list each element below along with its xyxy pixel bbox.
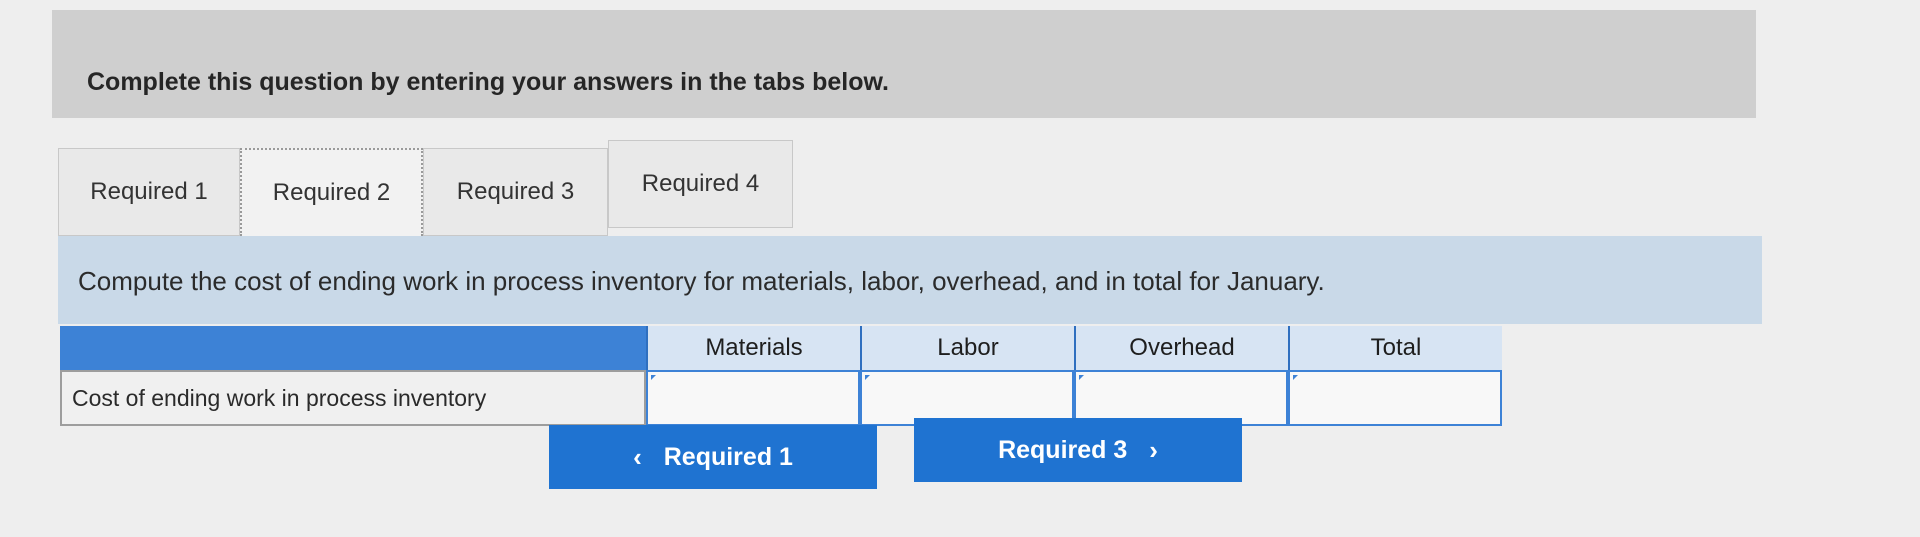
- tab-required-1[interactable]: Required 1: [58, 148, 240, 236]
- tab-required-4[interactable]: Required 4: [608, 140, 793, 228]
- total-input[interactable]: [1288, 370, 1502, 426]
- materials-input[interactable]: [646, 370, 860, 426]
- header-blank-cell: [60, 326, 646, 370]
- table-header-row: Materials Labor Overhead Total: [60, 326, 1502, 370]
- chevron-left-icon: ‹: [633, 441, 642, 472]
- answer-table: Materials Labor Overhead Total Cost of e…: [60, 326, 1502, 426]
- instructions-banner: Complete this question by entering your …: [52, 10, 1756, 118]
- banner-text: Complete this question by entering your …: [87, 68, 889, 96]
- column-header-total: Total: [1288, 326, 1502, 370]
- prev-required-button[interactable]: ‹ Required 1: [549, 425, 877, 489]
- tab-required-3[interactable]: Required 3: [423, 148, 608, 236]
- chevron-right-icon: ›: [1149, 434, 1158, 465]
- instruction-text: Compute the cost of ending work in proce…: [78, 266, 1325, 296]
- row-label: Cost of ending work in process inventory: [60, 370, 646, 426]
- instruction-bar: Compute the cost of ending work in proce…: [58, 236, 1762, 324]
- table-row: Cost of ending work in process inventory: [60, 370, 1502, 426]
- next-required-button[interactable]: Required 3 ›: [914, 418, 1242, 482]
- column-header-labor: Labor: [860, 326, 1074, 370]
- next-button-label: Required 3: [998, 435, 1128, 464]
- column-header-materials: Materials: [646, 326, 860, 370]
- prev-button-label: Required 1: [663, 442, 793, 471]
- column-header-overhead: Overhead: [1074, 326, 1288, 370]
- tab-required-2[interactable]: Required 2: [240, 148, 423, 236]
